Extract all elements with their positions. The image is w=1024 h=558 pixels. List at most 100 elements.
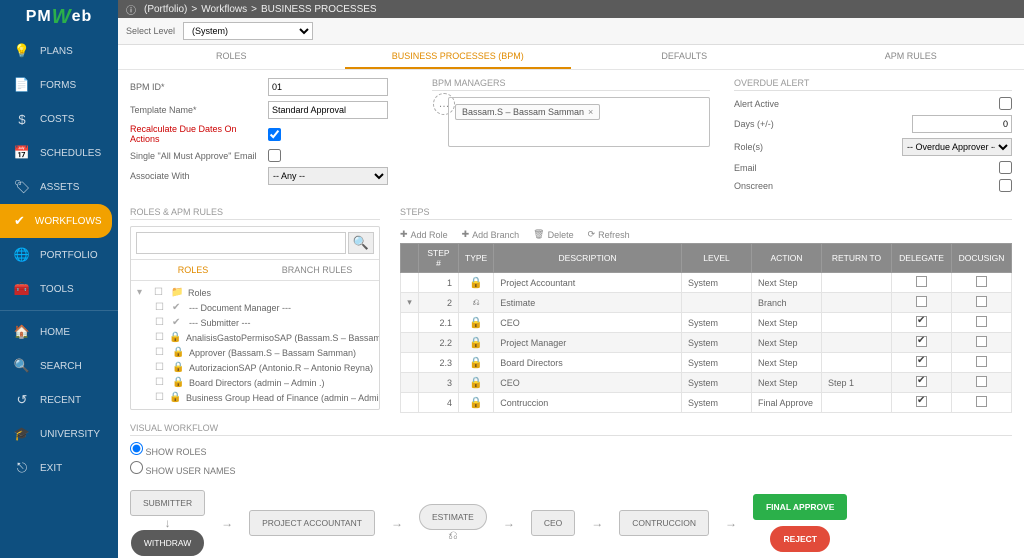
sidebar-item-forms[interactable]: 📄FORMS [0, 68, 118, 102]
sidebar-item-workflows[interactable]: ✔WORKFLOWS [0, 204, 112, 238]
breadcrumb-portfolio[interactable]: (Portfolio) [144, 4, 187, 15]
sidebar-item-search[interactable]: 🔍SEARCH [0, 349, 118, 383]
roles-tab-roles[interactable]: ROLES [131, 260, 255, 280]
col-description[interactable]: DESCRIPTION [494, 244, 682, 273]
bpm-id-input[interactable] [268, 78, 388, 96]
table-row[interactable]: 2.1 🔒 CEO System Next Step [401, 313, 1012, 333]
roles-search-button[interactable]: 🔍 [348, 232, 374, 254]
overdue-onscreen-checkbox[interactable] [999, 179, 1012, 192]
tab-bpm[interactable]: BUSINESS PROCESSES (BPM) [345, 45, 572, 69]
lock-icon: 🔒 [469, 337, 483, 349]
docusign-checkbox[interactable] [976, 336, 987, 347]
delegate-checkbox[interactable] [916, 336, 927, 347]
tag-remove-icon[interactable]: × [588, 107, 593, 117]
table-row[interactable]: 2.3 🔒 Board Directors System Next Step [401, 353, 1012, 373]
overdue-email-checkbox[interactable] [999, 161, 1012, 174]
recent-icon: ↺ [14, 392, 30, 408]
show-users-radio[interactable]: SHOW USER NAMES [130, 461, 1012, 476]
table-row[interactable]: 3 🔒 CEO System Next Step Step 1 [401, 373, 1012, 393]
table-row[interactable]: 1 🔒 Project Accountant System Next Step [401, 273, 1012, 293]
delegate-checkbox[interactable] [916, 276, 927, 287]
delete-button[interactable]: 🗑 Delete [533, 229, 573, 240]
delegate-checkbox[interactable] [916, 316, 927, 327]
tab-roles[interactable]: ROLES [118, 45, 345, 69]
sidebar-item-portfolio[interactable]: 🌐PORTFOLIO [0, 238, 118, 272]
docusign-checkbox[interactable] [976, 396, 987, 407]
delegate-checkbox[interactable] [916, 396, 927, 407]
single-email-checkbox[interactable] [268, 149, 281, 162]
nav-divider [0, 310, 118, 311]
docusign-checkbox[interactable] [976, 316, 987, 327]
col-return[interactable]: RETURN TO [822, 244, 892, 273]
node-estimate[interactable]: ESTIMATE [419, 504, 487, 530]
sidebar-item-home[interactable]: 🏠HOME [0, 315, 118, 349]
node-submitter[interactable]: SUBMITTER [130, 490, 205, 516]
sidebar-item-assets[interactable]: 🏷ASSETS [0, 170, 118, 204]
sidebar-item-costs[interactable]: $COSTS [0, 102, 118, 136]
alert-active-label: Alert Active [734, 99, 864, 109]
col-step[interactable]: STEP # [419, 244, 459, 273]
breadcrumb-workflows[interactable]: Workflows [201, 4, 247, 15]
add-branch-button[interactable]: ✚ Add Branch [462, 229, 520, 240]
docusign-checkbox[interactable] [976, 296, 987, 307]
roles-select[interactable]: -- Overdue Approver -- [902, 138, 1012, 156]
table-row[interactable]: 2.2 🔒 Project Manager System Next Step [401, 333, 1012, 353]
node-withdraw[interactable]: WITHDRAW [131, 530, 204, 556]
assets-icon: 🏷 [14, 179, 30, 195]
delegate-checkbox[interactable] [916, 296, 927, 307]
tree-root[interactable]: ▾☐📁Roles [137, 285, 373, 300]
info-icon[interactable]: ⓘ [126, 2, 136, 17]
col-docusign[interactable]: DOCUSIGN [952, 244, 1012, 273]
tree-item[interactable]: ☐✔--- Submitter --- [155, 315, 373, 330]
roles-tree[interactable]: ▾☐📁Roles ☐✔--- Document Manager ---☐✔---… [131, 281, 379, 409]
tab-apm-rules[interactable]: APM RULES [798, 45, 1024, 69]
sidebar-item-label: PLANS [40, 46, 73, 57]
days-input[interactable] [912, 115, 1012, 133]
roles-tab-branch[interactable]: BRANCH RULES [255, 260, 379, 280]
tree-item[interactable]: ☐✔--- Document Manager --- [155, 300, 373, 315]
role-icon: 🔒 [172, 362, 184, 373]
col-action[interactable]: ACTION [752, 244, 822, 273]
tree-item-label: AnalisisGastoPermisoSAP (Bassam.S – Bass… [186, 333, 379, 343]
refresh-button[interactable]: ⟳ Refresh [588, 229, 630, 240]
docusign-checkbox[interactable] [976, 276, 987, 287]
tree-item[interactable]: ☐🔒AnalisisGastoPermisoSAP (Bassam.S – Ba… [155, 330, 373, 345]
tree-item[interactable]: ☐🔒Board Directors (admin – Admin .) [155, 375, 373, 390]
plans-icon: 💡 [14, 43, 30, 59]
bpm-managers-title: BPM MANAGERS [432, 78, 710, 91]
tab-defaults[interactable]: DEFAULTS [571, 45, 798, 69]
managers-tagbox[interactable]: Bassam.S – Bassam Samman× [448, 97, 710, 147]
table-row[interactable]: ▾ 2 ⎌ Estimate Branch [401, 293, 1012, 313]
node-project-accountant[interactable]: PROJECT ACCOUNTANT [249, 510, 375, 536]
sidebar-item-tools[interactable]: 🧰TOOLS [0, 272, 118, 306]
add-role-button[interactable]: ✚ Add Role [400, 229, 448, 240]
associate-with-select[interactable]: -- Any -- [268, 167, 388, 185]
sidebar-item-plans[interactable]: 💡 PLANS [0, 34, 118, 68]
alert-active-checkbox[interactable] [999, 97, 1012, 110]
roles-search-input[interactable] [136, 232, 346, 254]
tree-item[interactable]: ☐🔒AutorizacionSAP (Antonio.R – Antonio R… [155, 360, 373, 375]
col-delegate[interactable]: DELEGATE [892, 244, 952, 273]
template-name-input[interactable] [268, 101, 388, 119]
tree-item[interactable]: ☐🔒Approver (Bassam.S – Bassam Samman) [155, 345, 373, 360]
associate-with-label: Associate With [130, 171, 260, 181]
node-ceo[interactable]: CEO [531, 510, 575, 536]
delegate-checkbox[interactable] [916, 376, 927, 387]
recalc-checkbox[interactable] [268, 128, 281, 141]
col-type[interactable]: TYPE [459, 244, 494, 273]
docusign-checkbox[interactable] [976, 376, 987, 387]
sidebar-item-exit[interactable]: ⎋EXIT [0, 451, 118, 485]
docusign-checkbox[interactable] [976, 356, 987, 367]
node-reject[interactable]: REJECT [770, 526, 830, 552]
sidebar-item-schedules[interactable]: 📅SCHEDULES [0, 136, 118, 170]
tree-item[interactable]: ☐🔒Business Group Head of Finance (admin … [155, 390, 373, 405]
select-level-dropdown[interactable]: (System) [183, 22, 313, 40]
show-roles-radio[interactable]: SHOW ROLES [130, 442, 1012, 457]
col-level[interactable]: LEVEL [682, 244, 752, 273]
node-contruccion[interactable]: CONTRUCCION [619, 510, 709, 536]
sidebar-item-recent[interactable]: ↺RECENT [0, 383, 118, 417]
table-row[interactable]: 4 🔒 Contruccion System Final Approve [401, 393, 1012, 413]
sidebar-item-university[interactable]: 🎓UNIVERSITY [0, 417, 118, 451]
delegate-checkbox[interactable] [916, 356, 927, 367]
node-final-approve[interactable]: FINAL APPROVE [753, 494, 847, 520]
